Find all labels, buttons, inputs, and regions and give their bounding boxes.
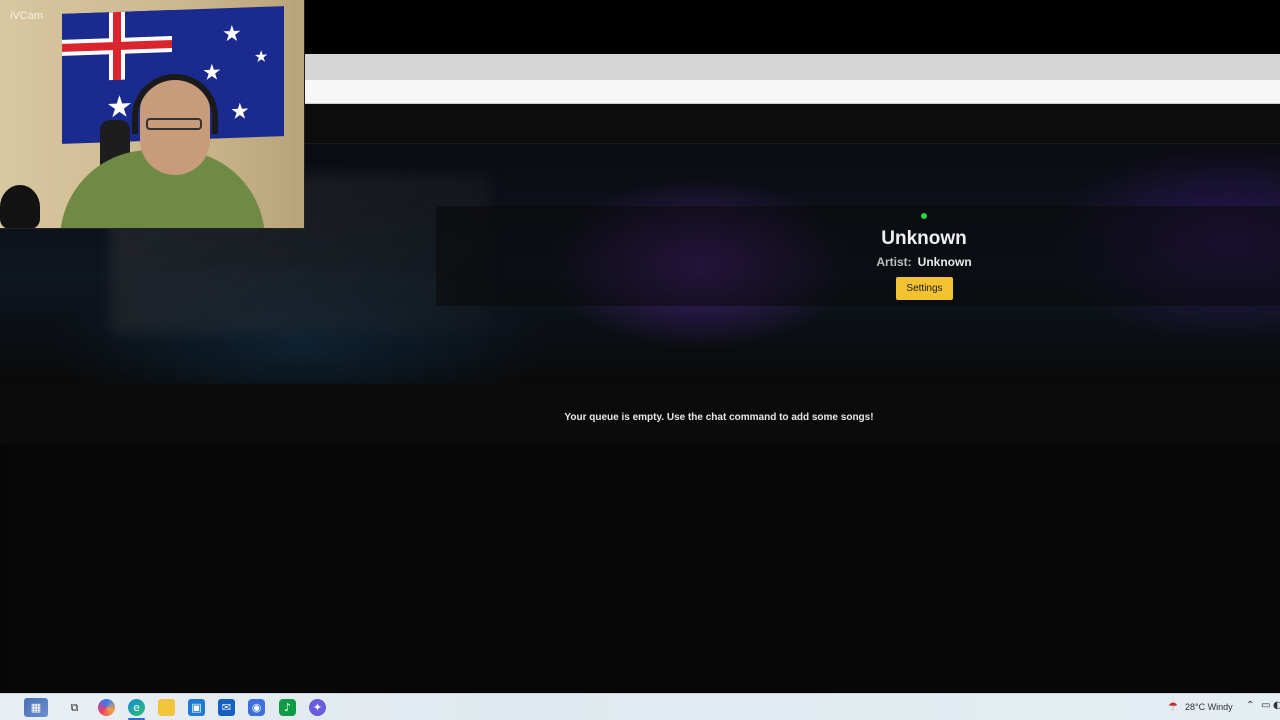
edge-icon[interactable]: e (128, 699, 145, 716)
battery-icon[interactable]: ▭ (1261, 700, 1270, 711)
artist-line: Artist: Unknown (824, 255, 1024, 269)
union-jack (62, 10, 172, 82)
song-title: Unknown (881, 228, 967, 249)
settings-button[interactable]: Settings (896, 277, 953, 300)
queue-list-area (10, 444, 1280, 693)
task-view-icon[interactable]: ⧉ (66, 699, 83, 716)
start-icon[interactable]: ▦ (24, 698, 48, 717)
store-icon[interactable]: ▣ (188, 699, 205, 716)
star-icon: ★ (202, 60, 222, 86)
queue-empty-message: Your queue is empty. Use the chat comman… (564, 412, 874, 423)
spotify-like-icon[interactable]: ♪ (279, 699, 296, 716)
outlook-icon[interactable]: ✉ (218, 699, 235, 716)
star-icon: ★ (254, 46, 269, 67)
weather-text[interactable]: 28°C Windy (1185, 702, 1233, 712)
star-icon: ★ (230, 99, 250, 126)
webcam-overlay: ★ ★ ★ ★ ★ iVCam (0, 0, 305, 229)
weather-icon[interactable]: ☂ (1168, 700, 1180, 713)
star-icon: ★ (222, 21, 242, 48)
copilot-icon[interactable] (98, 699, 115, 716)
artist-name: Unknown (917, 255, 972, 269)
screen: Unknown Artist: Unknown Settings Your que… (0, 0, 1280, 720)
network-icon[interactable]: ◐ (1273, 700, 1280, 711)
messenger-icon[interactable]: ✦ (309, 699, 326, 716)
browser-tab-bar[interactable] (305, 54, 1280, 80)
glasses (146, 118, 202, 130)
webcam-watermark: iVCam (10, 10, 44, 22)
artist-label: Artist: (876, 255, 912, 269)
status-indicator (921, 213, 927, 219)
lamp (0, 185, 40, 228)
file-explorer-icon[interactable] (158, 699, 175, 716)
chevron-up-icon[interactable]: ⌃ (1246, 700, 1254, 711)
app-icon[interactable]: ◉ (248, 699, 265, 716)
browser-address-bar[interactable] (305, 80, 1280, 104)
taskbar: ▦ ⧉ e ▣ ✉ ◉ ♪ ✦ (0, 693, 1280, 720)
